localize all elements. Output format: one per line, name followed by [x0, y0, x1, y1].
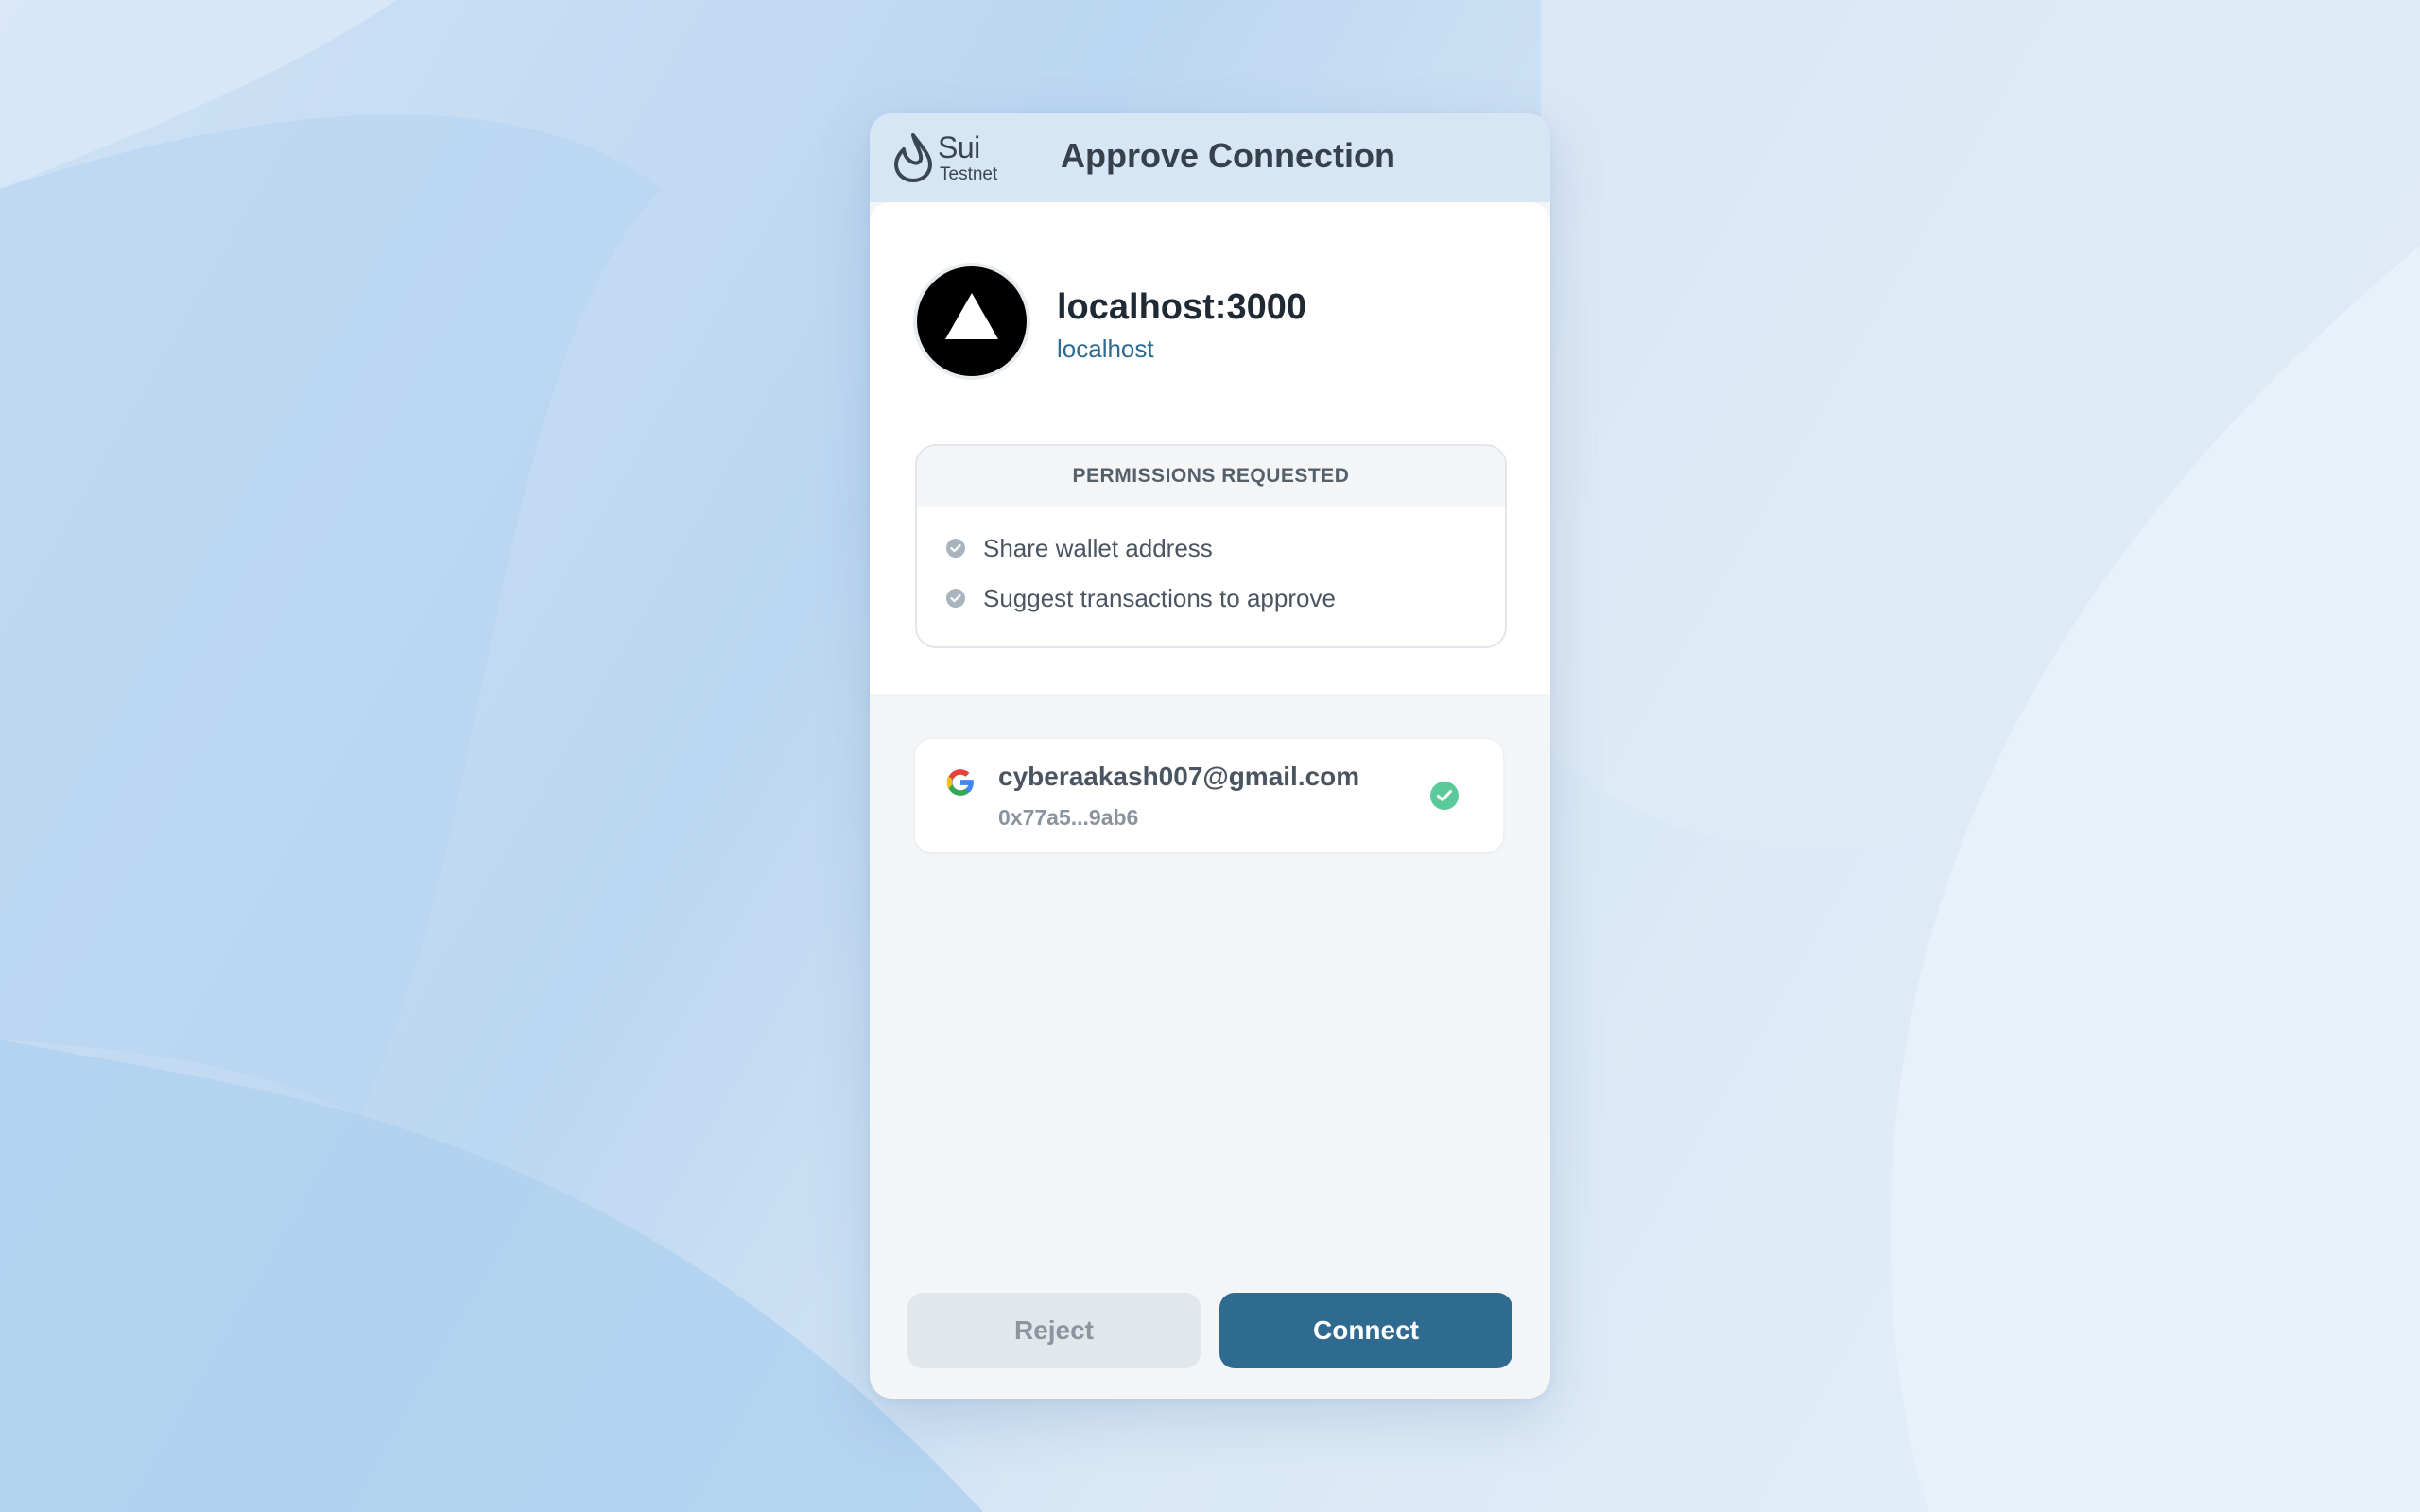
account-email: cyberaakash007@gmail.com: [998, 762, 1360, 791]
google-icon: [946, 769, 975, 796]
triangle-logo-icon: [945, 293, 998, 339]
account-option[interactable]: cyberaakash007@gmail.com 0x77a5...9ab6: [915, 739, 1503, 852]
connect-button[interactable]: Connect: [1219, 1293, 1512, 1368]
connection-approval-panel: Sui Testnet Approve Connection localhost…: [870, 113, 1550, 1399]
logo-network-text: Testnet: [940, 164, 998, 184]
permission-item: Suggest transactions to approve: [945, 581, 1336, 615]
check-circle-icon: [1430, 782, 1459, 810]
site-avatar: [913, 263, 1030, 380]
logo-brand-text: Sui: [938, 130, 980, 164]
sui-testnet-logo: Sui Testnet: [890, 129, 1013, 189]
permission-label: Suggest transactions to approve: [983, 583, 1336, 612]
dapp-info-card: localhost:3000 localhost PERMISSIONS REQ…: [870, 202, 1550, 694]
permissions-heading: PERMISSIONS REQUESTED: [917, 446, 1505, 507]
permission-label: Share wallet address: [983, 533, 1213, 562]
page-title: Approve Connection: [1061, 136, 1396, 175]
site-name: localhost:3000: [1057, 287, 1306, 327]
permission-item: Share wallet address: [945, 531, 1213, 565]
account-address: 0x77a5...9ab6: [998, 805, 1139, 830]
check-circle-icon: [946, 589, 965, 608]
panel-header: Sui Testnet Approve Connection: [870, 113, 1550, 202]
sui-drop-icon: [894, 133, 932, 182]
site-host-link[interactable]: localhost: [1057, 335, 1154, 364]
check-circle-icon: [946, 539, 965, 558]
reject-button[interactable]: Reject: [908, 1293, 1201, 1368]
permissions-box: PERMISSIONS REQUESTED Share wallet addre…: [915, 444, 1507, 648]
